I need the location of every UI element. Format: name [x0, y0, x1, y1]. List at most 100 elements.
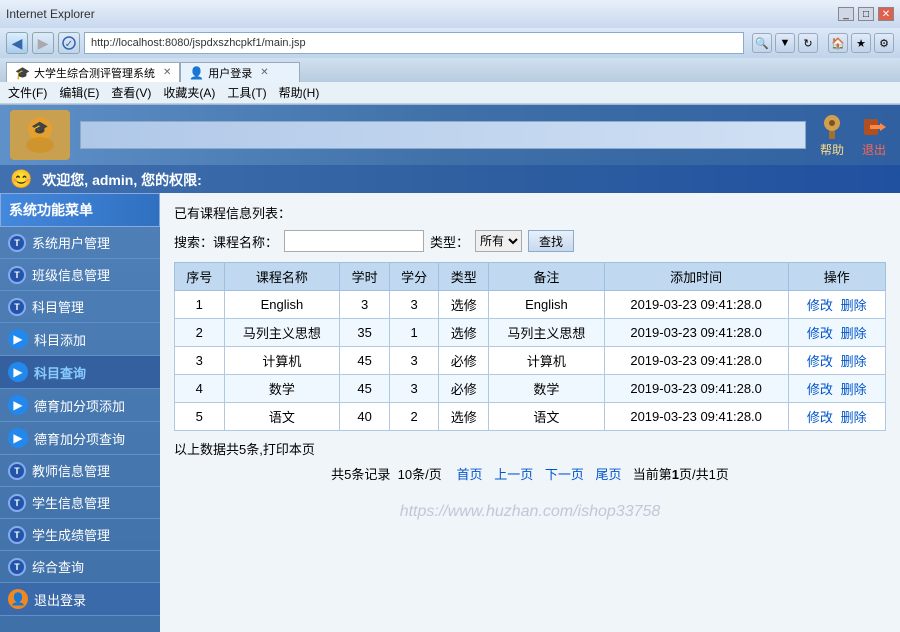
refresh-icon[interactable]: ↻ — [798, 33, 818, 53]
menu-help[interactable]: 帮助(H) — [279, 84, 320, 101]
title-bar: Internet Explorer _ □ ✕ — [0, 0, 900, 28]
next-page-link[interactable]: 下一页 — [545, 467, 584, 482]
sidebar-item-comprehensive[interactable]: T 综合查询 — [0, 551, 160, 583]
tab-close-main[interactable]: ✕ — [163, 67, 171, 78]
sidebar-icon-comprehensive: T — [8, 558, 26, 576]
sidebar-icon-student: T — [8, 494, 26, 512]
delete-link-5[interactable]: 删除 — [841, 410, 867, 425]
sidebar-item-moral-query[interactable]: ▶ 德育加分项查询 — [0, 422, 160, 455]
forward-button[interactable]: ▶ — [32, 32, 54, 54]
sidebar-icon-class: T — [8, 266, 26, 284]
app-content: 🎓 帮助 退出 😊 欢迎您, admin, 您的权限: — [0, 105, 900, 632]
minimize-button[interactable]: _ — [838, 7, 854, 21]
cell-hours: 3 — [340, 291, 390, 319]
cell-note: 数学 — [489, 375, 605, 403]
home-icon[interactable]: 🏠 — [828, 33, 848, 53]
edit-link-2[interactable]: 修改 — [807, 326, 833, 341]
cell-time: 2019-03-23 09:41:28.0 — [604, 347, 788, 375]
svg-text:✓: ✓ — [65, 39, 73, 50]
help-button[interactable]: 帮助 — [816, 113, 848, 158]
type-select[interactable]: 所有 必修 选修 — [475, 230, 522, 252]
search-button[interactable]: 查找 — [528, 230, 574, 252]
sidebar-icon-subject: T — [8, 298, 26, 316]
sidebar-item-subject-query[interactable]: ▶ 科目查询 — [0, 356, 160, 389]
sidebar-item-score-mgmt[interactable]: T 学生成绩管理 — [0, 519, 160, 551]
address-text: http://localhost:8080/jspdxszhcpkf1/main… — [91, 37, 306, 49]
close-button[interactable]: ✕ — [878, 7, 894, 21]
col-header-id: 序号 — [175, 263, 225, 291]
logout-button[interactable]: 退出 — [858, 113, 890, 158]
sidebar: 系统功能菜单 T 系统用户管理 T 班级信息管理 T 科目管理 ▶ 科目添加 ▶… — [0, 193, 160, 632]
delete-link-3[interactable]: 删除 — [841, 354, 867, 369]
browser-title: Internet Explorer — [6, 7, 95, 21]
sidebar-icon-subject-add: ▶ — [8, 329, 28, 349]
prev-page-link[interactable]: 上一页 — [494, 467, 533, 482]
sidebar-icon-moral-add: ▶ — [8, 395, 28, 415]
menu-bar: 文件(F) 编辑(E) 查看(V) 收藏夹(A) 工具(T) 帮助(H) — [0, 82, 900, 104]
sidebar-item-subject-mgmt[interactable]: T 科目管理 — [0, 291, 160, 323]
col-header-name: 课程名称 — [224, 263, 340, 291]
delete-link-1[interactable]: 删除 — [841, 298, 867, 313]
sidebar-item-class-mgmt[interactable]: T 班级信息管理 — [0, 259, 160, 291]
sidebar-item-student-mgmt[interactable]: T 学生信息管理 — [0, 487, 160, 519]
cell-id: 3 — [175, 347, 225, 375]
tab-close-login[interactable]: ✕ — [260, 67, 268, 78]
sidebar-item-user-mgmt[interactable]: T 系统用户管理 — [0, 227, 160, 259]
sidebar-item-teacher-mgmt[interactable]: T 教师信息管理 — [0, 455, 160, 487]
search-input[interactable] — [284, 230, 424, 252]
cell-credits: 3 — [389, 375, 439, 403]
sidebar-item-logout[interactable]: 👤 退出登录 — [0, 583, 160, 616]
cell-time: 2019-03-23 09:41:28.0 — [604, 375, 788, 403]
delete-link-2[interactable]: 删除 — [841, 326, 867, 341]
sidebar-label-subject-mgmt: 科目管理 — [32, 297, 84, 316]
cell-credits: 3 — [389, 347, 439, 375]
maximize-button[interactable]: □ — [858, 7, 874, 21]
table-summary: 以上数据共5条,打印本页 — [174, 439, 886, 458]
address-bar[interactable]: http://localhost:8080/jspdxszhcpkf1/main… — [84, 32, 744, 54]
sidebar-label-moral-query: 德育加分项查询 — [34, 429, 125, 448]
address-icon-group: 🔍 ▼ ↻ — [752, 33, 818, 53]
header-search-bar[interactable] — [80, 121, 806, 149]
table-row: 2 马列主义思想 35 1 选修 马列主义思想 2019-03-23 09:41… — [175, 319, 886, 347]
cell-note: 马列主义思想 — [489, 319, 605, 347]
tab-main[interactable]: 🎓 大学生综合测评管理系统 ✕ — [6, 62, 180, 82]
logout-label: 退出 — [862, 141, 886, 158]
col-header-time: 添加时间 — [604, 263, 788, 291]
menu-tools[interactable]: 工具(T) — [227, 84, 266, 101]
cell-credits: 1 — [389, 319, 439, 347]
stop-button[interactable]: ✓ — [58, 32, 80, 54]
dropdown-icon[interactable]: ▼ — [775, 33, 795, 53]
sidebar-item-moral-add[interactable]: ▶ 德育加分项添加 — [0, 389, 160, 422]
sidebar-label-comprehensive: 综合查询 — [32, 557, 84, 576]
favorites-icon[interactable]: ★ — [851, 33, 871, 53]
edit-link-3[interactable]: 修改 — [807, 354, 833, 369]
cell-id: 4 — [175, 375, 225, 403]
back-button[interactable]: ◀ — [6, 32, 28, 54]
sidebar-label-moral-add: 德育加分项添加 — [34, 396, 125, 415]
nav-bar: ◀ ▶ ✓ http://localhost:8080/jspdxszhcpkf… — [0, 28, 900, 58]
last-page-link[interactable]: 尾页 — [595, 467, 621, 482]
edit-link-4[interactable]: 修改 — [807, 382, 833, 397]
cell-hours: 45 — [340, 375, 390, 403]
edit-link-1[interactable]: 修改 — [807, 298, 833, 313]
settings-icon[interactable]: ⚙ — [874, 33, 894, 53]
tab-login[interactable]: 👤 用户登录 ✕ — [180, 62, 300, 82]
search-bar: 搜索：课程名称： 类型： 所有 必修 选修 查找 — [174, 230, 886, 252]
cell-id: 2 — [175, 319, 225, 347]
tab-bar: 🎓 大学生综合测评管理系统 ✕ 👤 用户登录 ✕ — [0, 58, 900, 82]
welcome-message: 欢迎您, admin, 您的权限: — [42, 172, 201, 188]
sidebar-label-score-mgmt: 学生成绩管理 — [32, 525, 110, 544]
delete-link-4[interactable]: 删除 — [841, 382, 867, 397]
sidebar-label-class-mgmt: 班级信息管理 — [32, 265, 110, 284]
edit-link-5[interactable]: 修改 — [807, 410, 833, 425]
first-page-link[interactable]: 首页 — [457, 467, 483, 482]
menu-favorites[interactable]: 收藏夹(A) — [163, 84, 215, 101]
menu-view[interactable]: 查看(V) — [111, 84, 151, 101]
sidebar-item-subject-add[interactable]: ▶ 科目添加 — [0, 323, 160, 356]
menu-edit[interactable]: 编辑(E) — [59, 84, 99, 101]
sidebar-highlight[interactable]: 系统功能菜单 — [0, 193, 160, 227]
cell-hours: 45 — [340, 347, 390, 375]
type-label: 类型： — [430, 232, 469, 251]
menu-file[interactable]: 文件(F) — [8, 84, 47, 101]
search-icon[interactable]: 🔍 — [752, 33, 772, 53]
